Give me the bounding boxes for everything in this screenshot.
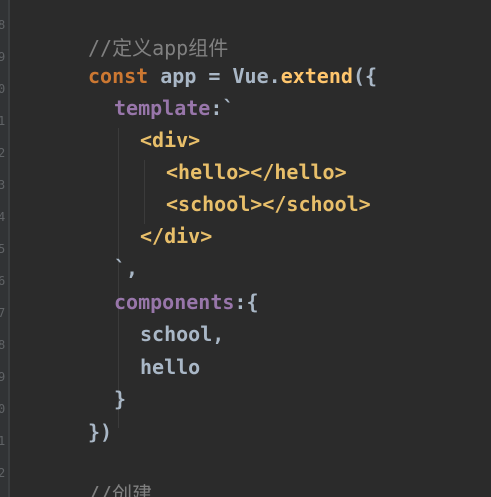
method-token: extend xyxy=(280,64,353,88)
var-token: school, xyxy=(140,322,225,346)
code-line[interactable]: <hello></hello> xyxy=(166,160,347,192)
code-line[interactable]: const app = Vue.extend({ xyxy=(88,64,377,96)
punct-token: . xyxy=(268,64,281,88)
line-number: 1 xyxy=(0,114,6,128)
comment-token: //定义app组件 xyxy=(88,36,229,60)
line-number: 9 xyxy=(0,50,6,64)
punct-token: } xyxy=(114,387,127,411)
code-line[interactable]: <school></school> xyxy=(166,192,371,224)
line-number-gutter: 8 9 0 1 2 3 4 5 6 7 8 9 0 1 2 xyxy=(0,0,8,497)
punct-token: }) xyxy=(88,420,113,444)
var-token: hello xyxy=(140,355,201,379)
line-number: 7 xyxy=(0,306,6,320)
punct-token: `, xyxy=(114,256,139,280)
tag-token: <hello></hello> xyxy=(166,160,347,184)
class-token: Vue xyxy=(232,64,269,88)
line-number: 6 xyxy=(0,274,6,288)
tag-token: <school></school> xyxy=(166,192,371,216)
code-editor[interactable]: 8 9 0 1 2 3 4 5 6 7 8 9 0 1 2 //定义app组件 const app = Vue… xyxy=(0,0,491,497)
punct-token: :{ xyxy=(234,290,259,314)
code-line[interactable]: //定义app组件 xyxy=(88,32,228,64)
code-line[interactable]: <div> xyxy=(140,128,200,160)
var-token: app = xyxy=(148,64,233,88)
code-line[interactable]: hello xyxy=(140,355,200,387)
line-number: 8 xyxy=(0,18,6,32)
gutter-divider xyxy=(8,0,10,497)
line-number: 2 xyxy=(0,466,6,480)
code-line[interactable]: }) xyxy=(88,420,112,452)
line-number: 3 xyxy=(0,178,6,192)
line-number: 4 xyxy=(0,210,6,224)
punct-token: :` xyxy=(210,96,235,120)
code-line[interactable]: `, xyxy=(114,256,138,288)
code-line[interactable]: template:` xyxy=(114,96,234,128)
punct-token: ({ xyxy=(352,64,378,88)
indent-guide xyxy=(144,160,145,224)
line-number: 2 xyxy=(0,146,6,160)
keyword-token: const xyxy=(88,64,149,88)
line-number: 1 xyxy=(0,434,6,448)
code-line[interactable]: //创建 xyxy=(88,478,152,497)
comment-token: //创建 xyxy=(88,482,153,497)
prop-token: components xyxy=(114,290,235,314)
line-number: 8 xyxy=(0,338,6,352)
line-number: 0 xyxy=(0,402,6,416)
tag-token: </div> xyxy=(140,224,213,248)
code-line[interactable]: </div> xyxy=(140,224,212,256)
line-number: 5 xyxy=(0,242,6,256)
code-line[interactable]: } xyxy=(114,387,126,419)
prop-token: template xyxy=(114,96,211,120)
code-line[interactable]: school, xyxy=(140,322,224,354)
code-line[interactable]: components:{ xyxy=(114,290,259,322)
line-number: 0 xyxy=(0,82,6,96)
tag-token: <div> xyxy=(140,128,201,152)
line-number: 9 xyxy=(0,370,6,384)
